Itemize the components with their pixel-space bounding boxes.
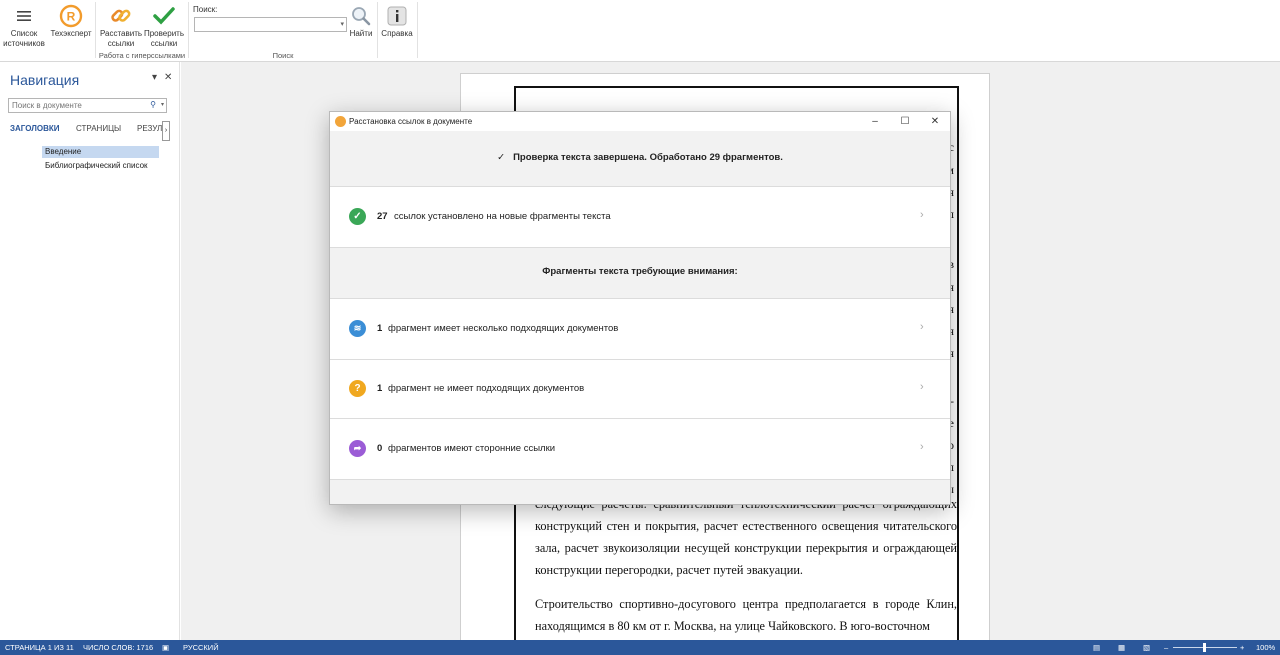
attention-header-row: Фрагменты текста требующие внимания: xyxy=(330,248,950,298)
svg-text:R: R xyxy=(67,10,76,24)
links-group-label: Работа с гиперссылками xyxy=(98,51,186,60)
divider xyxy=(330,479,950,480)
chain-link-icon xyxy=(108,3,134,29)
no-documents-count: 1 xyxy=(377,383,383,394)
page-counter[interactable]: СТРАНИЦА 1 ИЗ 11 xyxy=(5,640,74,655)
navigation-title: Навигация xyxy=(10,72,80,88)
heading-item[interactable]: Библиографический список xyxy=(42,160,159,172)
zoom-in-icon[interactable]: + xyxy=(1240,640,1244,655)
question-icon: ? xyxy=(349,380,366,397)
tab-pages[interactable]: СТРАНИЦЫ xyxy=(76,124,121,133)
share-arrow-icon: ➦ xyxy=(349,440,366,457)
zoom-level[interactable]: 100% xyxy=(1256,640,1275,655)
help-button[interactable]: Справка xyxy=(380,3,414,39)
attention-header: Фрагменты текста требующие внимания: xyxy=(542,266,738,277)
heading-item[interactable]: Введение xyxy=(42,146,159,158)
multiple-documents-count: 1 xyxy=(377,323,383,334)
tabs-scroll-right-icon[interactable]: › xyxy=(162,121,170,141)
word-count[interactable]: ЧИСЛО СЛОВ: 1716 xyxy=(83,640,153,655)
document-search-field[interactable]: ⚲ ▾ xyxy=(8,98,167,113)
checkmark-icon xyxy=(151,3,177,29)
menu-icon xyxy=(11,3,37,29)
check-icon: ✓ xyxy=(497,152,506,163)
language-indicator[interactable]: РУССКИЙ xyxy=(183,640,219,655)
body-paragraph: Строительство спортивно-досугового центр… xyxy=(535,597,957,633)
dialog-title: Расстановка ссылок в документе xyxy=(349,117,473,126)
check-circle-icon: ✓ xyxy=(349,208,366,225)
zoom-slider-thumb[interactable] xyxy=(1203,643,1206,652)
print-layout-icon[interactable]: ▦ xyxy=(1118,640,1125,655)
no-documents-row[interactable]: ? 1 фрагмент не имеет подходящих докумен… xyxy=(330,360,950,418)
layers-icon: ≋ xyxy=(349,320,366,337)
ribbon: Список источников R Техэксперт Расставит… xyxy=(0,0,1280,62)
ribbon-separator xyxy=(188,2,189,58)
external-links-row[interactable]: ➦ 0 фрагментов имеют сторонние ссылки › xyxy=(330,419,950,479)
close-icon[interactable]: ✕ xyxy=(164,72,172,83)
maximize-icon[interactable]: ☐ xyxy=(890,112,920,131)
no-documents-text: фрагмент не имеет подходящих документов xyxy=(388,383,585,394)
info-icon xyxy=(384,3,410,29)
find-button[interactable]: Найти xyxy=(347,3,375,39)
place-links-button[interactable]: Расставить ссылки xyxy=(98,3,144,49)
document-search-input[interactable] xyxy=(9,99,139,112)
external-links-count: 0 xyxy=(377,443,383,454)
minimize-icon[interactable]: – xyxy=(860,112,890,131)
app-logo-icon xyxy=(335,116,346,127)
techexpert-button[interactable]: R Техэксперт xyxy=(49,3,93,39)
links-set-count: 27 xyxy=(377,211,388,222)
navigation-pane: Навигация ▾ ✕ ⚲ ▾ ЗАГОЛОВКИ СТРАНИЦЫ РЕЗ… xyxy=(0,62,180,640)
links-set-text: ссылок установлено на новые фрагменты те… xyxy=(394,211,611,222)
navigation-tabs: ЗАГОЛОВКИ СТРАНИЦЫ РЕЗУЛЬ xyxy=(10,124,170,138)
ribbon-search-label: Поиск: xyxy=(193,5,218,14)
dialog-title-bar: Расстановка ссылок в документе – ☐ ✕ xyxy=(330,112,950,131)
search-group-label: Поиск xyxy=(272,51,294,60)
check-links-button[interactable]: Проверить ссылки xyxy=(142,3,186,49)
dropdown-arrow-icon[interactable]: ▾ xyxy=(340,20,344,28)
chevron-right-icon: › xyxy=(920,209,924,221)
ribbon-search-input[interactable]: ▾ xyxy=(194,17,347,32)
read-mode-icon[interactable]: ▤ xyxy=(1093,640,1100,655)
link-placement-dialog: Расстановка ссылок в документе – ☐ ✕ ✓ Пр… xyxy=(329,111,951,505)
techexpert-logo-icon: R xyxy=(58,3,84,29)
zoom-out-icon[interactable]: – xyxy=(1164,640,1168,655)
sources-list-button[interactable]: Список источников xyxy=(3,3,45,49)
body-paragraph: следующие расчеты: сравнительный теплоте… xyxy=(535,497,957,577)
close-icon[interactable]: ✕ xyxy=(920,112,950,131)
pane-options-icon[interactable]: ▾ xyxy=(152,72,157,83)
ribbon-separator xyxy=(95,2,96,58)
links-set-row[interactable]: ✓ 27 ссылок установлено на новые фрагмен… xyxy=(330,187,950,247)
tab-results[interactable]: РЕЗУЛЬ xyxy=(137,124,163,133)
tab-headings[interactable]: ЗАГОЛОВКИ xyxy=(10,124,60,133)
chevron-right-icon: › xyxy=(920,381,924,393)
ribbon-separator xyxy=(417,2,418,58)
multiple-documents-text: фрагмент имеет несколько подходящих доку… xyxy=(388,323,619,334)
check-status-row: ✓ Проверка текста завершена. Обработано 2… xyxy=(330,131,950,186)
multiple-documents-row[interactable]: ≋ 1 фрагмент имеет несколько подходящих … xyxy=(330,299,950,359)
chevron-right-icon: › xyxy=(920,441,924,453)
proofing-icon[interactable]: ▣ xyxy=(162,640,169,655)
chevron-right-icon: › xyxy=(920,321,924,333)
status-bar: СТРАНИЦА 1 ИЗ 11 ЧИСЛО СЛОВ: 1716 ▣ РУСС… xyxy=(0,640,1280,655)
web-layout-icon[interactable]: ▧ xyxy=(1143,640,1150,655)
search-icon[interactable]: ⚲ xyxy=(150,100,156,109)
magnifier-icon xyxy=(348,3,374,29)
external-links-text: фрагментов имеют сторонние ссылки xyxy=(388,443,556,454)
check-status-text: ✓ Проверка текста завершена. Обработано 2… xyxy=(497,152,783,163)
ribbon-separator xyxy=(377,2,378,58)
dropdown-arrow-icon[interactable]: ▾ xyxy=(161,101,164,108)
